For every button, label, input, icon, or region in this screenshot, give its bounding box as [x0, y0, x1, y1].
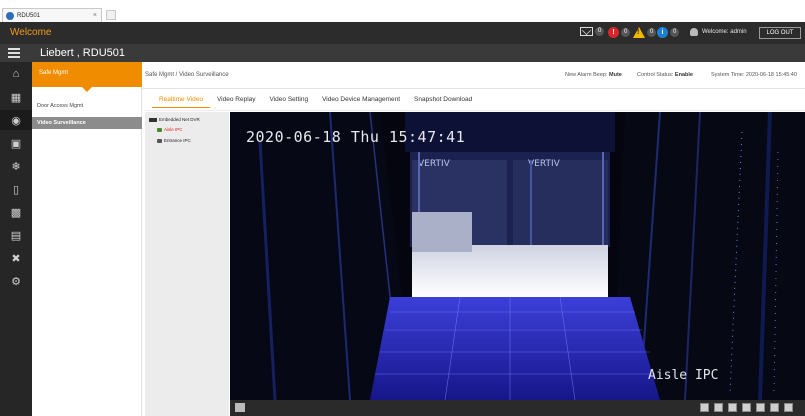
- logout-button[interactable]: LOG OUT: [759, 27, 801, 39]
- battery-icon[interactable]: ▯: [0, 179, 32, 199]
- sidebar-rail: ⌂ ▦ ◉ ▣ ❄ ▯ ▩ ▤ ✖ ⚙: [0, 62, 32, 416]
- gear-icon[interactable]: ⚙: [0, 271, 32, 291]
- new-tab-button[interactable]: [106, 10, 116, 20]
- browser-tab-title: RDU501: [17, 12, 41, 19]
- chart-icon[interactable]: ▩: [0, 202, 32, 222]
- tree-root-label: Embedded Net DVR: [159, 117, 200, 122]
- tab-video-replay[interactable]: Video Replay: [210, 92, 263, 108]
- next-icon[interactable]: [770, 403, 779, 412]
- tree-root-dvr[interactable]: Embedded Net DVR: [149, 117, 200, 122]
- time-label: System Time:: [711, 72, 745, 78]
- video-timestamp: 2020-06-18 Thu 15:47:41: [246, 128, 466, 146]
- device-name: Liebert , RDU501: [40, 47, 125, 59]
- time-value: 2020-06-18 15:45:40: [745, 72, 797, 78]
- control-label: Control Status:: [637, 72, 674, 78]
- beep-value: Mute: [609, 72, 622, 78]
- beep-label: New Alarm Beep:: [565, 72, 608, 78]
- shield-icon[interactable]: ◉: [0, 110, 32, 130]
- info-count: 0: [670, 28, 680, 37]
- device-icon[interactable]: ▦: [0, 87, 32, 107]
- user-area: Welcome: admin: [690, 28, 747, 36]
- submenu-item-video-surveillance[interactable]: Video Surveillance: [32, 117, 142, 129]
- tree-camera-entrance[interactable]: Entrance IPC: [157, 138, 191, 143]
- screen-icon[interactable]: [700, 403, 709, 412]
- equipment-icon[interactable]: ▣: [0, 133, 32, 153]
- submenu-panel: Safe Mgmt Door Access Mgmt Video Surveil…: [32, 62, 142, 416]
- svg-text:VERTIV: VERTIV: [418, 159, 451, 169]
- home-icon[interactable]: ⌂: [0, 64, 32, 84]
- camera-icon: [157, 138, 162, 143]
- breadcrumb: Safe Mgmt / Video Surveillance: [145, 72, 229, 78]
- browser-tab-strip: RDU501 ×: [0, 0, 805, 22]
- mail-icon: [580, 27, 593, 36]
- mail-alarm[interactable]: 0: [580, 27, 605, 36]
- tree-camera-aisle[interactable]: Aisle IPC: [157, 127, 183, 132]
- warning-alarm[interactable]: ! 0: [633, 27, 657, 38]
- alarm-beep-status: New Alarm Beep: Mute: [565, 72, 622, 78]
- app-window: RDU501 × Welcome 0 ! 0 ! 0 i 0 Welcome: …: [0, 0, 805, 416]
- video-tabs: Realtime Video Video Replay Video Settin…: [152, 92, 479, 110]
- critical-alarm[interactable]: ! 0: [608, 27, 631, 38]
- video-camera-name: Aisle IPC: [648, 368, 719, 383]
- submenu-title: Safe Mgmt: [39, 70, 69, 76]
- warning-alarm-icon: !: [633, 27, 645, 38]
- volume-icon[interactable]: [784, 403, 793, 412]
- browser-tab[interactable]: RDU501 ×: [2, 8, 102, 22]
- app-header: Welcome 0 ! 0 ! 0 i 0 Welcome: admin LOG…: [0, 22, 805, 44]
- device-tree: Embedded Net DVR Aisle IPC Entrance IPC: [145, 112, 229, 416]
- system-time: System Time: 2020-06-18 15:45:40: [711, 72, 797, 78]
- menu-icon[interactable]: [8, 48, 20, 58]
- tab-snapshot-download[interactable]: Snapshot Download: [407, 92, 479, 108]
- critical-count: 0: [621, 28, 631, 37]
- info-alarm-icon: i: [657, 27, 668, 38]
- tabs-divider: [145, 110, 805, 111]
- snowflake-icon[interactable]: ❄: [0, 156, 32, 176]
- submenu-header: Safe Mgmt: [32, 62, 142, 92]
- app-title: Welcome: [10, 27, 52, 38]
- zoom-icon[interactable]: [742, 403, 751, 412]
- tree-camera-label: Aisle IPC: [164, 127, 183, 132]
- snapshot-icon[interactable]: [714, 403, 723, 412]
- video-viewport[interactable]: VERTIV VERTIV 2020-06-18 Thu 15:47:41 Ai…: [230, 112, 805, 400]
- submenu-notch: [82, 87, 92, 92]
- camera-icon: [157, 127, 162, 132]
- control-value: Enable: [674, 72, 693, 78]
- tab-realtime-video[interactable]: Realtime Video: [152, 92, 210, 108]
- layout-icon[interactable]: [235, 403, 245, 412]
- warning-count: 0: [647, 28, 657, 37]
- welcome-text: Welcome: admin: [702, 29, 747, 35]
- header-divider: [142, 88, 805, 89]
- tab-video-setting[interactable]: Video Setting: [263, 92, 316, 108]
- record-icon[interactable]: [728, 403, 737, 412]
- control-status: Control Status: Enable: [637, 72, 693, 78]
- tab-close-icon[interactable]: ×: [93, 12, 97, 19]
- favicon-icon: [6, 11, 14, 20]
- tab-video-device-management[interactable]: Video Device Management: [315, 92, 407, 108]
- dvr-icon: [149, 117, 157, 122]
- video-toolbar: [230, 400, 805, 416]
- info-alarm[interactable]: i 0: [657, 27, 680, 38]
- video-scene: VERTIV VERTIV: [230, 112, 805, 400]
- submenu-item-door-access[interactable]: Door Access Mgmt: [32, 100, 142, 112]
- svg-text:VERTIV: VERTIV: [528, 159, 561, 169]
- prev-icon[interactable]: [756, 403, 765, 412]
- user-icon: [690, 28, 698, 36]
- report-icon[interactable]: ▤: [0, 225, 32, 245]
- tools-icon[interactable]: ✖: [0, 248, 32, 268]
- critical-alarm-icon: !: [608, 27, 619, 38]
- device-bar: Liebert , RDU501: [0, 44, 805, 62]
- mail-count: 0: [595, 27, 605, 36]
- tree-camera-label: Entrance IPC: [164, 138, 191, 143]
